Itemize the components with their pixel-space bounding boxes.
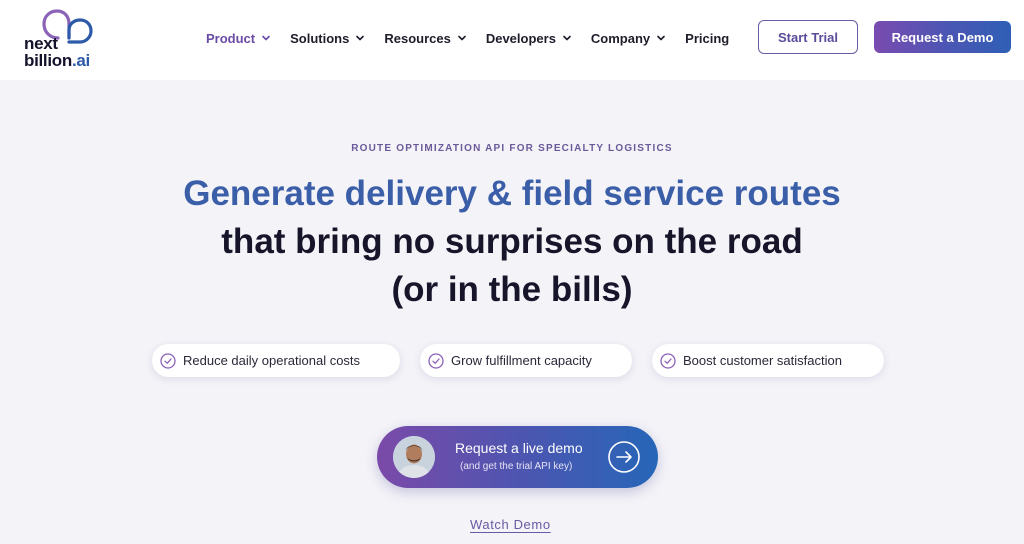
chevron-down-icon <box>261 33 271 43</box>
check-circle-icon <box>160 352 176 369</box>
cta-subtitle: (and get the trial API key) <box>460 461 573 472</box>
benefit-pill: Reduce daily operational costs <box>152 344 400 377</box>
nav-item-developers[interactable]: Developers <box>486 31 572 46</box>
site-header: next billion.ai Product Solutions Resour… <box>0 0 1024 80</box>
chevron-down-icon <box>656 33 666 43</box>
benefit-label: Boost customer satisfaction <box>683 353 842 368</box>
chevron-down-icon <box>355 33 365 43</box>
nav-item-solutions[interactable]: Solutions <box>290 31 365 46</box>
chevron-down-icon <box>562 33 572 43</box>
nav-item-pricing[interactable]: Pricing <box>685 31 729 46</box>
nav-label: Company <box>590 30 651 46</box>
hero-headline-line3: (or in the bills) <box>391 270 633 309</box>
cta-title: Request a live demo <box>455 440 583 456</box>
nav-label: Product <box>206 30 256 46</box>
nav-item-resources[interactable]: Resources <box>384 31 466 46</box>
nextbillion-logo[interactable]: next billion.ai <box>22 8 102 72</box>
benefit-label: Reduce daily operational costs <box>183 353 361 368</box>
benefit-pill: Boost customer satisfaction <box>652 344 884 377</box>
start-trial-button[interactable]: Start Trial <box>758 20 858 54</box>
hero-eyebrow: ROUTE OPTIMIZATION API FOR SPECIALTY LOG… <box>351 143 673 154</box>
logo-wordmark: next billion.ai <box>24 35 90 69</box>
benefit-label: Grow fulfillment capacity <box>451 353 592 368</box>
main-nav: Product Solutions Resources Developers C… <box>206 27 748 49</box>
request-live-demo-button[interactable]: Request a live demo (and get the trial A… <box>377 426 658 488</box>
logo-line2: billion <box>24 51 72 70</box>
nav-label: Pricing <box>685 30 730 46</box>
check-circle-icon <box>660 352 676 369</box>
nav-item-product[interactable]: Product <box>206 31 271 46</box>
avatar <box>393 436 435 478</box>
check-circle-icon <box>428 352 444 369</box>
chevron-down-icon <box>457 33 467 43</box>
nav-label: Solutions <box>290 30 350 46</box>
nav-label: Resources <box>384 30 451 46</box>
hero-headline-line2: that bring no surprises on the road <box>221 222 803 261</box>
nav-label: Developers <box>485 30 556 46</box>
logo-suffix: .ai <box>71 51 90 70</box>
hero-headline-line1: Generate delivery & field service routes <box>183 174 841 213</box>
request-demo-button[interactable]: Request a Demo <box>874 21 1011 53</box>
benefit-pill: Grow fulfillment capacity <box>420 344 632 377</box>
arrow-right-circle-icon <box>608 441 640 473</box>
watch-demo-link[interactable]: Watch Demo <box>470 517 551 532</box>
nav-item-company[interactable]: Company <box>591 31 666 46</box>
